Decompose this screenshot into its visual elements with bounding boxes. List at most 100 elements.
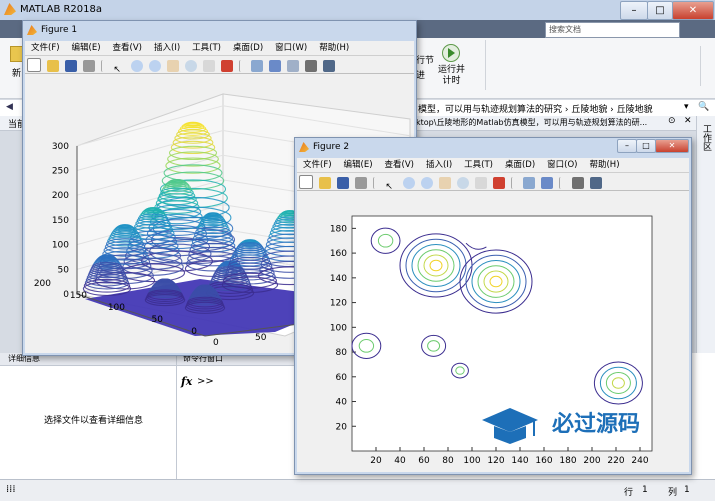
run-section-label: 行节 (416, 56, 435, 66)
legend-icon[interactable] (287, 60, 300, 72)
print-icon[interactable] (82, 60, 95, 72)
z-tick-label: 200 (52, 191, 69, 201)
brush-icon[interactable] (220, 60, 233, 72)
panel-close-icon[interactable]: ✕ (684, 116, 692, 126)
pan-icon[interactable] (167, 60, 179, 72)
print-icon[interactable] (354, 177, 367, 189)
open-file-icon[interactable] (46, 60, 59, 72)
toolbar-separator (372, 177, 380, 189)
figure-icon (27, 25, 37, 35)
x-tick-label: 40 (394, 456, 406, 466)
advance-label: 进 (416, 71, 426, 81)
new-label: 新 (12, 69, 22, 79)
y-tick-label: 40 (336, 398, 348, 408)
back-arrow-icon[interactable]: ◀ (6, 102, 13, 112)
menu-view[interactable]: 查看(V) (385, 160, 414, 170)
menu-window[interactable]: 窗口(O) (547, 160, 577, 170)
x-tick-label: 80 (442, 456, 454, 466)
figure1-titlebar[interactable]: Figure 1 (23, 21, 416, 39)
y-tick-label: 200 (34, 279, 51, 289)
graduation-cap-logo (482, 408, 538, 444)
run-and-time-icon[interactable] (442, 44, 460, 62)
y-tick-label: 50 (152, 315, 164, 325)
y-tick-label: 100 (108, 303, 125, 313)
rotate-icon[interactable] (456, 177, 469, 189)
y-tick-label: 140 (330, 274, 347, 284)
hide-plot-tools-icon[interactable] (305, 60, 317, 72)
menu-insert[interactable]: 插入(I) (154, 43, 180, 53)
menu-desktop[interactable]: 桌面(D) (233, 43, 263, 53)
data-cursor-icon[interactable] (474, 177, 487, 189)
zoom-out-icon[interactable] (421, 177, 434, 189)
command-prompt[interactable]: >> (197, 376, 214, 387)
menu-file[interactable]: 文件(F) (303, 160, 332, 170)
menu-tools[interactable]: 工具(T) (464, 160, 493, 170)
menu-insert[interactable]: 插入(I) (426, 160, 452, 170)
fx-icon[interactable]: fx (181, 375, 192, 388)
figure2-minimize-button[interactable]: – (617, 139, 637, 153)
menu-window[interactable]: 窗口(W) (275, 43, 307, 53)
pan-icon[interactable] (439, 177, 451, 189)
y-tick-label: 160 (330, 249, 347, 259)
minimize-button[interactable]: – (620, 1, 648, 20)
figure2-toolbar: ↖ (297, 173, 689, 192)
y-tick-label: 180 (330, 224, 347, 234)
link-icon[interactable] (251, 60, 264, 72)
brush-icon[interactable] (492, 177, 505, 189)
menu-file[interactable]: 文件(F) (31, 43, 60, 53)
status-grip-icon: ⁞⁞⁞ (6, 484, 16, 495)
x-tick-label: 20 (370, 456, 382, 466)
toolbar-separator (238, 60, 246, 72)
show-plot-tools-icon[interactable] (322, 60, 335, 72)
command-window[interactable]: 命令行窗口 fx >> (177, 353, 297, 479)
current-folder-fullpath: ktop\丘陵地形的Matlab仿真模型，可以用与轨迹规划算法的研... (416, 118, 648, 127)
save-icon[interactable] (336, 177, 349, 189)
menu-view[interactable]: 查看(V) (113, 43, 142, 53)
current-folder-path[interactable]: 模型，可以用与轨迹规划算法的研究 › 丘陵地貌 › 丘陵地貌 (418, 102, 653, 115)
browse-folder-icon[interactable]: 🔍 (698, 102, 709, 112)
search-docs-input[interactable]: 搜索文档 (545, 22, 680, 38)
menu-desktop[interactable]: 桌面(D) (505, 160, 535, 170)
hide-plot-tools-icon[interactable] (572, 177, 584, 189)
menu-help[interactable]: 帮助(H) (589, 160, 619, 170)
zoom-out-icon[interactable] (149, 60, 162, 72)
zoom-in-icon[interactable] (131, 60, 144, 72)
link-icon[interactable] (523, 177, 536, 189)
dropdown-arrow-icon[interactable]: ▾ (684, 102, 689, 112)
rotate-icon[interactable] (184, 60, 197, 72)
figure2-titlebar[interactable]: Figure 2 – □ ✕ (295, 138, 691, 156)
menu-edit[interactable]: 编辑(E) (344, 160, 373, 170)
z-tick-label: 100 (52, 241, 69, 251)
figure1-toolbar: ↖ (25, 56, 414, 75)
y-tick-label: 20 (336, 422, 348, 432)
maximize-button[interactable]: □ (647, 1, 673, 20)
x-tick-label: 60 (418, 456, 430, 466)
figure2-close-button[interactable]: ✕ (655, 139, 689, 153)
colorbar-icon[interactable] (269, 60, 282, 72)
z-tick-label: 50 (58, 265, 70, 275)
new-figure-icon[interactable] (27, 58, 41, 72)
toolbar-separator (510, 177, 518, 189)
data-cursor-icon[interactable] (202, 60, 215, 72)
menu-help[interactable]: 帮助(H) (319, 43, 349, 53)
zoom-in-icon[interactable] (403, 177, 416, 189)
z-tick-label: 0 (63, 290, 69, 300)
figure-icon (299, 142, 309, 152)
show-plot-tools-icon[interactable] (589, 177, 602, 189)
menu-edit[interactable]: 编辑(E) (72, 43, 101, 53)
new-figure-icon[interactable] (299, 175, 313, 189)
save-icon[interactable] (64, 60, 77, 72)
app-title: MATLAB R2018a (20, 4, 103, 15)
figure1-title: Figure 1 (41, 25, 78, 35)
close-button[interactable]: ✕ (672, 1, 714, 20)
panel-collapse-icon[interactable]: ⊙ (668, 116, 676, 126)
toolbar-separator (100, 60, 108, 72)
ribbon-divider (485, 40, 486, 90)
y-tick-label: 100 (330, 323, 347, 333)
open-file-icon[interactable] (318, 177, 331, 189)
colorbar-icon[interactable] (541, 177, 554, 189)
figure2-maximize-button[interactable]: □ (636, 139, 656, 153)
y-tick-label: 0 (191, 327, 197, 337)
menu-tools[interactable]: 工具(T) (192, 43, 221, 53)
col-label: 列 (668, 488, 678, 498)
